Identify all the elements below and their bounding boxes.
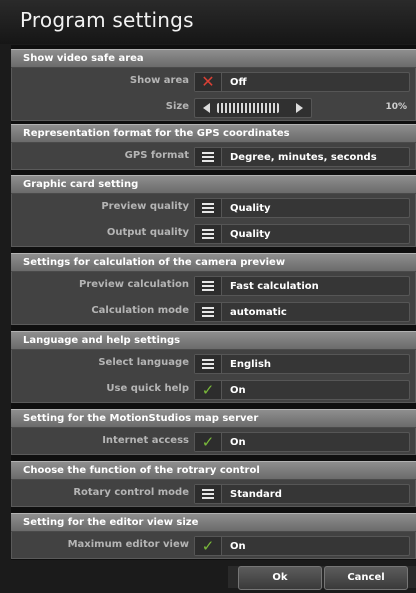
arrow-right-icon[interactable] [296,103,303,113]
row-label: Calculation mode [91,305,189,316]
field-value: Off [230,76,247,88]
check-icon: ✓ [195,381,222,399]
menu-icon [195,225,222,243]
row-select-language: Select language English [12,350,415,376]
preview-quality-select[interactable]: Quality [194,198,410,218]
section-header: Settings for calculation of the camera p… [11,253,416,272]
section-header: Show video safe area [11,49,416,68]
row-label: Select language [98,357,189,368]
row-gps-format: GPS format Degree, minutes, seconds [12,143,415,169]
size-slider[interactable] [194,98,312,118]
field-value: Fast calculation [230,280,319,292]
output-quality-select[interactable]: Quality [194,224,410,244]
section-header: Graphic card setting [11,175,416,194]
row-label: Show area [129,75,189,86]
window-title: Program settings [20,8,194,32]
x-icon: ✕ [195,73,222,91]
section-header: Representation format for the GPS coordi… [11,124,416,143]
field-value: Degree, minutes, seconds [230,151,377,163]
row-label: Output quality [106,227,189,238]
title-bar: Program settings [0,0,416,44]
calculation-mode-select[interactable]: automatic [194,302,410,322]
field-value: Quality [230,202,271,214]
show-area-toggle[interactable]: ✕ Off [194,72,410,92]
cancel-button[interactable]: Cancel [324,566,408,590]
field-value: English [230,358,272,370]
gps-format-select[interactable]: Degree, minutes, seconds [194,147,410,167]
menu-icon [195,148,222,166]
slider-track[interactable] [217,103,279,113]
row-quick-help: Use quick help ✓ On [12,376,415,402]
rotary-mode-select[interactable]: Standard [194,484,410,504]
field-value: automatic [230,306,287,318]
field-value: On [230,436,246,448]
quick-help-toggle[interactable]: ✓ On [194,380,410,400]
section-video-safe-area: Show video safe area Show area ✕ Off Siz… [11,49,416,121]
row-rotary-mode: Rotary control mode Standard [12,480,415,506]
row-calculation-mode: Calculation mode automatic [12,298,415,324]
field-value: On [230,540,246,552]
row-label: GPS format [124,150,189,161]
check-icon: ✓ [195,433,222,451]
section-header: Choose the function of the rotrary contr… [11,461,416,480]
section-editor-view: Setting for the editor view size Maximum… [11,513,416,559]
row-internet-access: Internet access ✓ On [12,428,415,454]
row-label: Size [165,101,189,112]
size-percent: 10% [385,102,407,112]
maximum-editor-view-toggle[interactable]: ✓ On [194,536,410,556]
menu-icon [195,355,222,373]
settings-panel: Show video safe area Show area ✕ Off Siz… [11,45,416,560]
section-language-help: Language and help settings Select langua… [11,331,416,403]
check-icon: ✓ [195,537,222,555]
row-show-area: Show area ✕ Off [12,68,415,94]
field-value: Quality [230,228,271,240]
section-camera-preview: Settings for calculation of the camera p… [11,253,416,325]
section-header: Language and help settings [11,331,416,350]
field-value: Standard [230,488,282,500]
language-select[interactable]: English [194,354,410,374]
section-map-server: Setting for the MotionStudios map server… [11,409,416,455]
row-label: Preview quality [101,201,189,212]
row-label: Internet access [102,435,189,446]
row-preview-calculation: Preview calculation Fast calculation [12,272,415,298]
section-rotary-control: Choose the function of the rotrary contr… [11,461,416,507]
row-label: Preview calculation [78,279,189,290]
section-gps-format: Representation format for the GPS coordi… [11,124,416,170]
internet-access-toggle[interactable]: ✓ On [194,432,410,452]
field-value: On [230,384,246,396]
menu-icon [195,485,222,503]
row-preview-quality: Preview quality Quality [12,194,415,220]
row-size: Size 10% [12,94,415,120]
row-label: Maximum editor view [67,539,189,550]
menu-icon [195,199,222,217]
arrow-left-icon[interactable] [203,103,210,113]
section-header: Setting for the MotionStudios map server [11,409,416,428]
ok-button[interactable]: Ok [238,566,322,590]
preview-calculation-select[interactable]: Fast calculation [194,276,410,296]
row-label: Use quick help [106,383,189,394]
section-header: Setting for the editor view size [11,513,416,532]
menu-icon [195,277,222,295]
row-label: Rotary control mode [73,487,189,498]
row-output-quality: Output quality Quality [12,220,415,246]
row-maximum-editor-view: Maximum editor view ✓ On [12,532,415,558]
section-graphic-card: Graphic card setting Preview quality Qua… [11,175,416,247]
menu-icon [195,303,222,321]
